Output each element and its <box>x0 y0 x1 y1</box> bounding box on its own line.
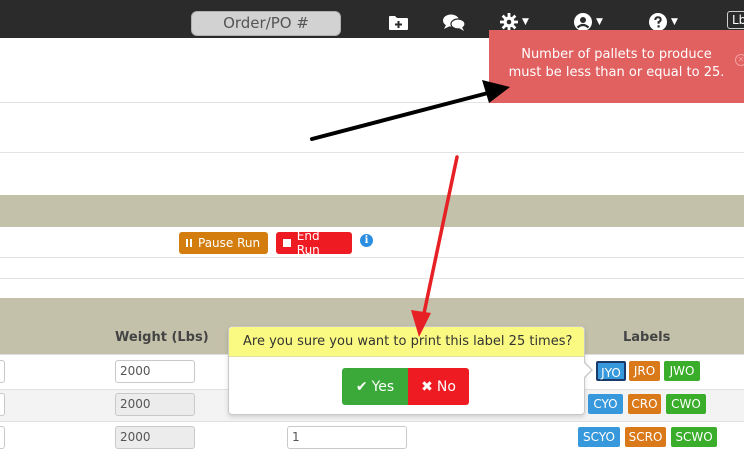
weight-column-header: Weight (Lbs) <box>115 330 209 345</box>
toast-message-line2: must be less than or equal to 25. <box>508 65 725 80</box>
error-toast: Number of pallets to produce must be les… <box>489 30 744 103</box>
end-run-label: End Run <box>296 229 320 257</box>
no-label: No <box>436 378 456 395</box>
chevron-down-icon: ▼ <box>596 17 603 27</box>
row-divider <box>0 421 744 422</box>
labels-column-header: Labels <box>623 330 671 345</box>
chevron-down-icon: ▼ <box>522 17 529 27</box>
label-scwo-button[interactable]: SCWO <box>671 427 717 447</box>
yes-label: Yes <box>371 378 395 395</box>
quantity-input[interactable]: 1 <box>287 426 407 449</box>
table-row-left-input[interactable] <box>0 393 5 416</box>
pause-run-label: Pause Run <box>198 236 261 250</box>
label-scyo-button[interactable]: SCYO <box>578 427 620 447</box>
chat-icon <box>443 14 465 31</box>
chat-button[interactable] <box>443 12 465 32</box>
section-header-band <box>0 195 744 227</box>
add-folder-button[interactable] <box>389 12 408 32</box>
label-cwo-button[interactable]: CWO <box>666 394 706 414</box>
user-menu-button[interactable]: ▼ <box>574 12 603 32</box>
user-icon <box>574 13 592 31</box>
popover-arrow <box>583 362 591 378</box>
units-selector[interactable]: Lb <box>727 11 744 29</box>
section-divider <box>0 257 744 258</box>
info-icon[interactable]: i <box>360 234 373 247</box>
toast-message-line1: Number of pallets to produce <box>521 47 712 62</box>
label-scro-button[interactable]: SCRO <box>625 427 666 447</box>
black-annotation-arrow <box>310 80 510 141</box>
stop-icon <box>283 239 291 247</box>
pause-icon <box>186 239 192 247</box>
add-folder-icon <box>389 15 408 30</box>
label-cyo-button[interactable]: CYO <box>588 394 623 414</box>
weight-input[interactable]: 2000 <box>115 360 195 383</box>
order-po-search-button[interactable]: Order/PO # <box>191 11 341 36</box>
table-row-left-input[interactable] <box>0 360 5 383</box>
end-run-button[interactable]: End Run <box>276 229 352 257</box>
check-icon: ✔ <box>355 378 368 395</box>
x-icon: ✖ <box>421 378 433 395</box>
table-row-left-input[interactable] <box>0 426 5 449</box>
confirm-question: Are you sure you want to print this labe… <box>229 327 584 357</box>
settings-menu-button[interactable]: ▼ <box>500 12 529 32</box>
help-menu-button[interactable]: ▼ <box>649 12 678 32</box>
weight-input: 2000 <box>115 393 195 416</box>
pause-run-button[interactable]: Pause Run <box>179 232 268 254</box>
gear-icon <box>500 13 518 31</box>
weight-input: 2000 <box>115 426 195 449</box>
close-icon[interactable]: ✕ <box>735 54 744 66</box>
confirm-no-button[interactable]: ✖ No <box>408 368 469 405</box>
label-cro-button[interactable]: CRO <box>628 394 661 414</box>
label-jyo-button[interactable]: JYO <box>596 361 626 381</box>
section-divider <box>0 278 744 279</box>
label-jwo-button[interactable]: JWO <box>664 361 700 381</box>
section-divider <box>0 152 744 153</box>
label-jro-button[interactable]: JRO <box>629 361 660 381</box>
confirm-yes-button[interactable]: ✔ Yes <box>342 368 408 405</box>
chevron-down-icon: ▼ <box>671 17 678 27</box>
help-icon <box>649 13 667 31</box>
